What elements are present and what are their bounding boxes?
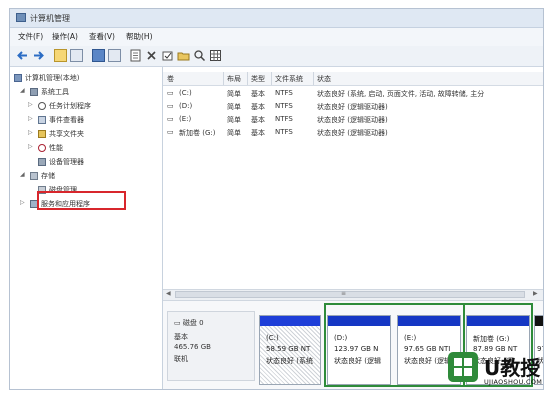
red-highlight-box bbox=[37, 191, 126, 210]
primary-partition-bar bbox=[260, 316, 320, 326]
disk-name: 磁盘 0 bbox=[182, 319, 204, 327]
scroll-grip-icon: ≡ bbox=[341, 290, 347, 297]
logical-partition-bar bbox=[467, 316, 529, 326]
title-bar: 计算机管理 bbox=[10, 9, 543, 28]
storage-icon bbox=[30, 172, 38, 180]
expand-arrow-icon[interactable]: ▷ bbox=[28, 101, 33, 108]
performance-icon bbox=[38, 144, 46, 152]
menu-view[interactable]: 查看(V) bbox=[89, 31, 115, 42]
column-filesystem[interactable]: 文件系统 bbox=[275, 74, 303, 84]
column-status[interactable]: 状态 bbox=[317, 74, 331, 84]
navigation-tree: 计算机管理(本地) ◢ 系统工具 ▷ 任务计划程序 ▷ 事件查看器 ▷ 共享文件… bbox=[10, 67, 163, 389]
disk-icon: ▭ bbox=[174, 319, 183, 327]
column-header-row: 卷 布局 类型 文件系统 状态 bbox=[163, 72, 543, 86]
scroll-right-icon[interactable]: ▶ bbox=[533, 290, 538, 297]
volume-row[interactable]: ▭ 新加卷 (G:) 简单 基本 NTFS 状态良好 (逻辑驱动器) bbox=[163, 128, 543, 139]
column-type[interactable]: 类型 bbox=[251, 74, 265, 84]
shared-folder-icon bbox=[38, 130, 46, 138]
connect-icon[interactable] bbox=[129, 49, 142, 62]
logical-partition-bar bbox=[398, 316, 460, 326]
disk-name-row: ▭ 磁盘 0 bbox=[174, 318, 204, 328]
logical-partition-bar bbox=[328, 316, 390, 326]
forward-icon[interactable] bbox=[32, 49, 45, 62]
open-folder-icon[interactable] bbox=[177, 49, 190, 62]
expand-arrow-icon[interactable]: ▷ bbox=[28, 143, 33, 150]
up-folder-icon[interactable] bbox=[54, 49, 67, 62]
column-layout[interactable]: 布局 bbox=[227, 74, 241, 84]
scrollbar-thumb[interactable] bbox=[175, 291, 525, 298]
computer-management-window: 计算机管理 文件(F) 操作(A) 查看(V) 帮助(H) 计算机管理(本地) … bbox=[9, 8, 544, 390]
help-icon[interactable] bbox=[92, 49, 105, 62]
partition-c[interactable]: (C:) 58.59 GB NT 状态良好 (系统 bbox=[259, 315, 321, 385]
drive-icon: ▭ bbox=[167, 128, 174, 136]
partition-bar bbox=[535, 316, 543, 326]
watermark-logo: U教授 UJIAOSHOU.COM bbox=[446, 350, 560, 390]
window-title: 计算机管理 bbox=[30, 14, 70, 23]
volume-row[interactable]: ▭ (E:) 简单 基本 NTFS 状态良好 (逻辑驱动器) bbox=[163, 115, 543, 126]
disk-status: 联机 bbox=[174, 355, 188, 363]
computer-management-icon bbox=[16, 13, 26, 22]
event-log-icon bbox=[38, 116, 46, 124]
properties-icon[interactable] bbox=[108, 49, 121, 62]
drive-icon: ▭ bbox=[167, 115, 174, 123]
volume-row[interactable]: ▭ (C:) 简单 基本 NTFS 状态良好 (系统, 启动, 页面文件, 活动… bbox=[163, 89, 543, 100]
watermark-url: UJIAOSHOU.COM bbox=[484, 378, 543, 386]
disk-info-block[interactable]: ▭ 磁盘 0 基本 465.76 GB 联机 bbox=[167, 311, 255, 381]
delete-icon[interactable] bbox=[145, 49, 158, 62]
menu-file[interactable]: 文件(F) bbox=[18, 31, 43, 42]
menu-bar: 文件(F) 操作(A) 查看(V) 帮助(H) bbox=[10, 29, 543, 43]
expand-arrow-icon[interactable]: ▷ bbox=[28, 129, 33, 136]
menu-help[interactable]: 帮助(H) bbox=[126, 31, 153, 42]
drive-icon: ▭ bbox=[167, 89, 174, 97]
tools-icon bbox=[30, 88, 38, 96]
watermark-brand: U教授 bbox=[484, 356, 541, 380]
volume-row[interactable]: ▭ (D:) 简单 基本 NTFS 状态良好 (逻辑驱动器) bbox=[163, 102, 543, 113]
collapse-arrow-icon[interactable]: ◢ bbox=[20, 87, 25, 94]
toolbar bbox=[10, 46, 543, 67]
disk-size: 465.76 GB bbox=[174, 343, 211, 351]
menu-action[interactable]: 操作(A) bbox=[52, 31, 78, 42]
volume-pane: 卷 布局 类型 文件系统 状态 ▭ (C:) 简单 基本 NTFS 状态良好 (… bbox=[163, 67, 543, 389]
grid-view-icon[interactable] bbox=[209, 49, 222, 62]
expand-arrow-icon[interactable]: ▷ bbox=[28, 115, 33, 122]
horizontal-scrollbar[interactable]: ◀ ≡ ▶ bbox=[163, 289, 543, 301]
expand-arrow-icon[interactable]: ▷ bbox=[20, 199, 25, 206]
drive-icon: ▭ bbox=[167, 102, 174, 110]
collapse-arrow-icon[interactable]: ◢ bbox=[20, 171, 25, 178]
partition-d[interactable]: (D:) 123.97 GB N 状态良好 (逻辑 bbox=[327, 315, 391, 385]
clock-icon bbox=[38, 102, 46, 110]
device-manager-icon bbox=[38, 158, 46, 166]
scroll-left-icon[interactable]: ◀ bbox=[166, 290, 171, 297]
check-icon[interactable] bbox=[161, 49, 174, 62]
back-icon[interactable] bbox=[16, 49, 29, 62]
computer-icon bbox=[14, 74, 22, 82]
disk-type: 基本 bbox=[174, 333, 188, 341]
column-volume[interactable]: 卷 bbox=[167, 74, 174, 84]
show-hide-tree-icon[interactable] bbox=[70, 49, 83, 62]
search-icon[interactable] bbox=[193, 49, 206, 62]
